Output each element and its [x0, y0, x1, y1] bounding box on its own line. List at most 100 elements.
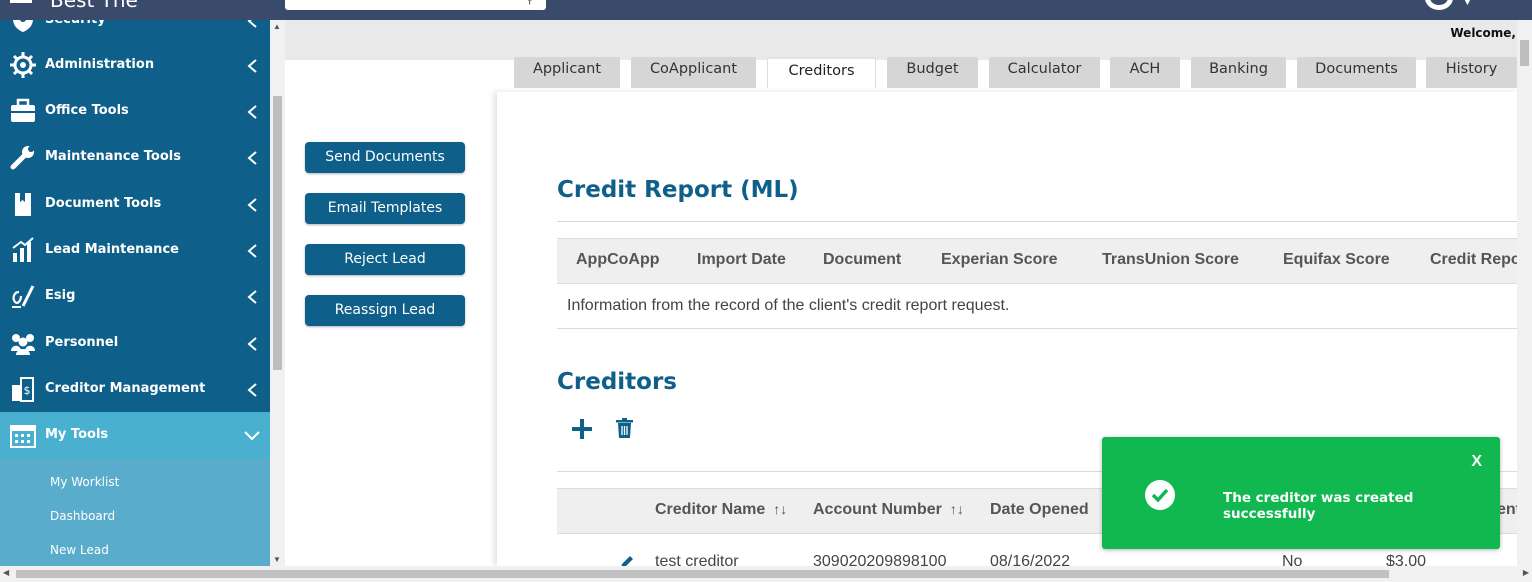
shield-icon	[13, 20, 33, 32]
submenu-item-new-lead[interactable]: New Lead	[50, 543, 109, 557]
bar-chart-icon	[12, 237, 34, 262]
sidebar-item-office-tools[interactable]: Office Tools	[0, 88, 270, 134]
sidebar-scrollbar[interactable]: ▲ ▼	[270, 20, 285, 566]
signature-icon	[12, 285, 35, 308]
tab-calculator[interactable]: Calculator	[989, 57, 1100, 88]
sidebar-item-label: Document Tools	[45, 196, 162, 211]
sidebar-item-maintenance-tools[interactable]: Maintenance Tools	[0, 134, 270, 180]
add-creditor-icon[interactable]	[571, 418, 593, 440]
divider	[557, 221, 1517, 222]
chevron-down-icon	[244, 431, 260, 441]
submenu-item-my-worklist[interactable]: My Worklist	[50, 475, 119, 489]
search-input[interactable]: ⚲	[285, 0, 546, 10]
scrollbar-thumb[interactable]	[16, 570, 1389, 578]
tab-documents[interactable]: Documents	[1297, 57, 1416, 88]
search-icon[interactable]: ⚲	[525, 0, 534, 6]
sort-icon[interactable]: ↑↓	[950, 501, 964, 517]
scrollbar-thumb[interactable]	[1520, 40, 1529, 66]
sidebar: Security Administration Office Tools Mai…	[0, 20, 270, 566]
sidebar-item-personnel[interactable]: Personnel	[0, 320, 270, 366]
welcome-text: Welcome,	[1450, 26, 1516, 40]
reassign-lead-button[interactable]: Reassign Lead	[305, 295, 465, 326]
column-header-credit-report[interactable]: Credit Repo	[1430, 251, 1517, 269]
scroll-right-arrow-icon[interactable]: ▶	[1523, 568, 1529, 577]
check-circle-icon	[1145, 480, 1175, 510]
calendar-icon	[10, 425, 36, 448]
bookmark-document-icon	[15, 193, 31, 216]
sort-icon[interactable]: ↑↓	[773, 501, 787, 517]
tab-creditors[interactable]: Creditors	[767, 57, 876, 88]
credit-report-title: Credit Report (ML)	[557, 177, 799, 203]
app-logo[interactable]: Best The	[50, 0, 138, 12]
send-documents-button[interactable]: Send Documents	[305, 142, 465, 173]
sidebar-item-label: My Tools	[45, 427, 109, 442]
chevron-left-icon	[247, 198, 257, 212]
tab-budget[interactable]: Budget	[887, 57, 978, 88]
trash-icon[interactable]	[616, 418, 633, 438]
toast-message: The creditor was created successfully	[1223, 490, 1414, 522]
sidebar-item-label: Esig	[45, 288, 76, 303]
sidebar-item-creditor-management[interactable]: $ Creditor Management	[0, 366, 270, 412]
column-header-experian-score[interactable]: Experian Score	[941, 251, 1058, 269]
sidebar-item-label: Administration	[45, 57, 155, 72]
column-header-appcoapp[interactable]: AppCoApp	[576, 251, 660, 269]
hamburger-menu-icon[interactable]	[10, 0, 32, 6]
credit-report-empty-message: Information from the record of the clien…	[567, 297, 1010, 314]
column-header-label: Account Number	[813, 501, 942, 518]
email-templates-button[interactable]: Email Templates	[305, 193, 465, 224]
column-header-date-opened[interactable]: Date Opened	[990, 501, 1089, 519]
sidebar-item-label: Office Tools	[45, 103, 129, 118]
building-dollar-icon: $	[12, 377, 34, 402]
sidebar-item-document-tools[interactable]: Document Tools	[0, 181, 270, 227]
column-header-transunion-score[interactable]: TransUnion Score	[1102, 251, 1239, 269]
scroll-left-arrow-icon[interactable]: ◀	[3, 568, 9, 577]
sidebar-item-security[interactable]: Security	[0, 20, 270, 43]
tab-ach[interactable]: ACH	[1110, 57, 1180, 88]
submenu-item-dashboard[interactable]: Dashboard	[50, 509, 115, 523]
column-header-document[interactable]: Document	[823, 251, 901, 269]
wrench-icon	[10, 146, 34, 170]
toast-close-button[interactable]: X	[1471, 453, 1482, 471]
sidebar-item-label: Personnel	[45, 335, 119, 350]
page-vertical-scrollbar[interactable]	[1517, 20, 1532, 566]
users-icon	[11, 334, 35, 355]
success-toast: X The creditor was created successfully	[1102, 437, 1500, 549]
tab-coapplicant[interactable]: CoApplicant	[631, 57, 756, 88]
sidebar-item-administration[interactable]: Administration	[0, 42, 270, 88]
sidebar-item-label: Creditor Management	[45, 381, 206, 396]
sidebar-item-esig[interactable]: Esig	[0, 273, 270, 319]
scroll-up-arrow-icon[interactable]: ▲	[273, 22, 281, 31]
my-tools-submenu: My Worklist Dashboard New Lead	[0, 458, 270, 566]
column-header-label: Creditor Name	[655, 501, 766, 518]
column-header-creditor-name[interactable]: Creditor Name ↑↓	[655, 501, 787, 519]
chevron-left-icon	[247, 290, 257, 304]
chevron-left-icon	[247, 59, 257, 73]
page-horizontal-scrollbar[interactable]: ◀ ▶	[0, 566, 1532, 582]
sidebar-item-label: Maintenance Tools	[45, 149, 181, 164]
chevron-left-icon	[247, 337, 257, 351]
scroll-down-arrow-icon[interactable]: ▼	[273, 555, 281, 564]
chevron-down-icon[interactable]: ▼	[1462, 0, 1473, 8]
reject-lead-button[interactable]: Reject Lead	[305, 244, 465, 275]
column-header-equifax-score[interactable]: Equifax Score	[1283, 251, 1390, 269]
sidebar-item-my-tools[interactable]: My Tools	[0, 412, 270, 458]
scrollbar-thumb[interactable]	[273, 96, 282, 370]
column-header-import-date[interactable]: Import Date	[697, 251, 786, 269]
chevron-left-icon	[247, 244, 257, 258]
chevron-left-icon	[247, 20, 257, 28]
top-bar: Best The ⚲ ▼	[0, 0, 1532, 20]
sidebar-item-label: Lead Maintenance	[45, 242, 179, 257]
tab-applicant[interactable]: Applicant	[514, 57, 620, 88]
sidebar-item-lead-maintenance[interactable]: Lead Maintenance	[0, 227, 270, 273]
gear-icon	[10, 52, 36, 78]
column-header-account-number[interactable]: Account Number ↑↓	[813, 501, 964, 519]
sidebar-item-label: Security	[45, 20, 106, 43]
divider	[557, 328, 1517, 329]
tab-banking[interactable]: Banking	[1191, 57, 1286, 88]
creditors-title: Creditors	[557, 369, 677, 395]
tab-history[interactable]: History	[1426, 57, 1517, 88]
user-avatar-icon[interactable]	[1425, 0, 1453, 10]
svg-text:$: $	[24, 384, 31, 397]
briefcase-icon	[11, 98, 35, 122]
chevron-left-icon	[247, 383, 257, 397]
